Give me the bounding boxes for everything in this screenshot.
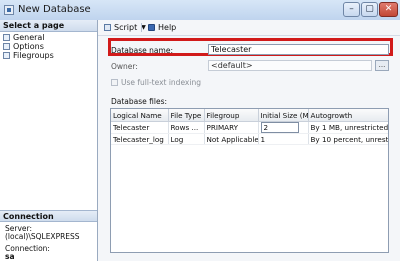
cell-initial-size[interactable]: 1: [258, 133, 309, 145]
database-files-grid[interactable]: Logical Name File Type Filegroup Initial…: [110, 108, 389, 253]
column-header-file-type[interactable]: File Type: [168, 109, 205, 122]
column-header-filegroup[interactable]: Filegroup: [204, 109, 259, 122]
script-label: Script: [114, 23, 138, 32]
title-bar: New Database – ▢ ✕: [0, 0, 400, 21]
page-item-label: Filegroups: [13, 51, 54, 60]
initial-size-input[interactable]: 2: [260, 122, 299, 133]
help-icon: [148, 24, 155, 31]
cell-autogrowth[interactable]: By 1 MB, unrestricted growth: [308, 121, 388, 134]
cell-autogrowth[interactable]: By 10 percent, unrestricted growt: [308, 133, 388, 145]
help-button[interactable]: Help: [148, 23, 176, 32]
help-label: Help: [158, 23, 177, 32]
page-icon: [3, 43, 10, 50]
owner-browse-button[interactable]: ...: [375, 60, 389, 71]
column-header-initial-size[interactable]: Initial Size (MB): [258, 109, 309, 122]
cell-file-type[interactable]: Log: [168, 133, 205, 145]
minimize-button[interactable]: –: [343, 2, 360, 17]
cell-file-type[interactable]: Rows ...: [168, 121, 205, 134]
general-page-content: Database name: Telecaster Owner: <defaul…: [98, 36, 400, 261]
database-app-icon: [4, 5, 14, 15]
database-files-label: Database files:: [111, 97, 168, 106]
table-row[interactable]: Telecaster_log Log Not Applicable 1 By 1…: [111, 133, 388, 145]
script-icon: [104, 24, 111, 31]
cell-logical-name[interactable]: Telecaster: [111, 121, 169, 134]
cell-initial-size[interactable]: 2: [258, 121, 309, 134]
database-files-table: Logical Name File Type Filegroup Initial…: [111, 109, 388, 145]
database-name-label: Database name:: [111, 46, 173, 55]
select-page-header: Select a page: [0, 20, 97, 32]
column-header-logical-name[interactable]: Logical Name: [111, 109, 169, 122]
close-button[interactable]: ✕: [379, 2, 398, 17]
window-title: New Database: [18, 4, 91, 15]
cell-filegroup[interactable]: PRIMARY: [204, 121, 259, 134]
left-pane: Select a page General Options Filegroups…: [0, 20, 98, 261]
page-item-label: General: [13, 33, 45, 42]
page-icon: [3, 34, 10, 41]
database-name-input[interactable]: Telecaster: [208, 44, 389, 55]
table-header-row: Logical Name File Type Filegroup Initial…: [111, 109, 388, 122]
page-item-filegroups[interactable]: Filegroups: [3, 51, 54, 61]
fulltext-checkbox[interactable]: [111, 79, 118, 86]
page-item-label: Options: [13, 42, 44, 51]
owner-label: Owner:: [111, 62, 138, 71]
fulltext-indexing-option[interactable]: Use full-text indexing: [111, 78, 201, 87]
column-header-autogrowth[interactable]: Autogrowth: [308, 109, 388, 122]
cell-logical-name[interactable]: Telecaster_log: [111, 133, 169, 145]
owner-input[interactable]: <default>: [208, 60, 372, 71]
connection-value: sa: [5, 252, 15, 261]
connection-header: Connection: [0, 210, 97, 222]
fulltext-label: Use full-text indexing: [121, 78, 201, 87]
script-button[interactable]: Script ▼: [104, 23, 146, 32]
new-database-window: New Database – ▢ ✕ Select a page General…: [0, 0, 400, 261]
table-row[interactable]: Telecaster Rows ... PRIMARY 2 By 1 MB, u…: [111, 121, 388, 134]
page-icon: [3, 52, 10, 59]
toolbar: Script ▼ Help: [98, 20, 400, 36]
cell-filegroup[interactable]: Not Applicable: [204, 133, 259, 145]
server-value: (local)\SQLEXPRESS: [5, 232, 80, 241]
toolbar-separator: [141, 23, 142, 32]
maximize-button[interactable]: ▢: [361, 2, 378, 17]
